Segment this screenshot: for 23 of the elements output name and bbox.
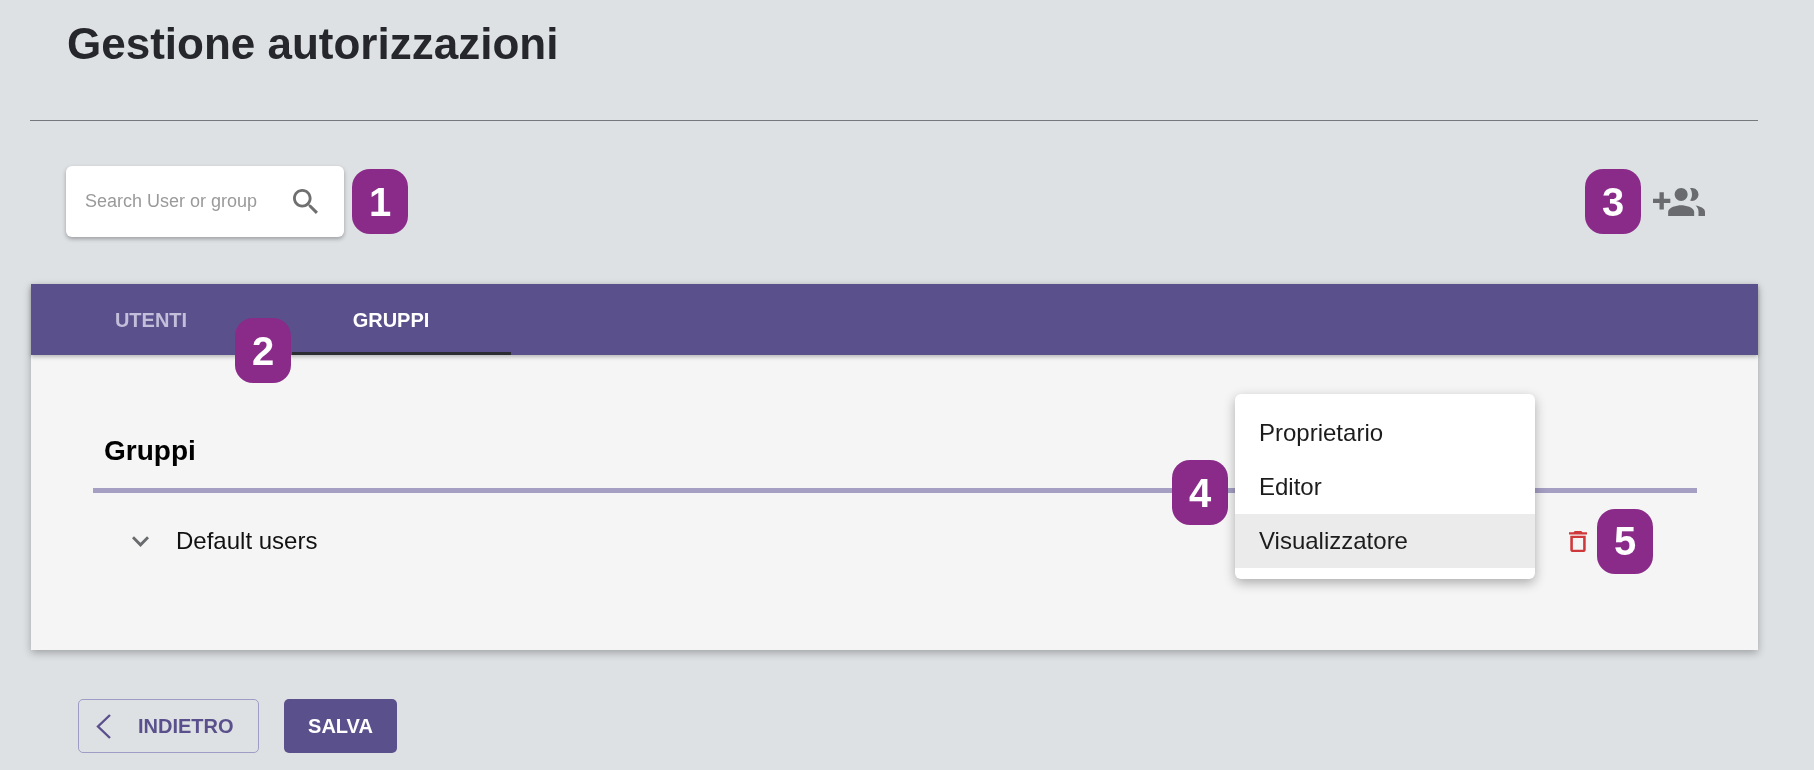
callout-marker: 3 [1585, 169, 1641, 234]
callout-marker: 2 [235, 318, 291, 383]
page-title: Gestione autorizzazioni [67, 18, 559, 70]
search-icon [293, 189, 318, 214]
menu-item[interactable]: Visualizzatore [1235, 514, 1535, 568]
callout-marker: 1 [352, 169, 408, 234]
people-plus-icon [1653, 187, 1705, 216]
menu-item[interactable]: Editor [1235, 460, 1535, 514]
tab[interactable]: GRUPPI [344, 300, 438, 339]
add-group-button[interactable] [1653, 187, 1705, 216]
back-button[interactable]: INDIETRO [78, 699, 259, 753]
search-field[interactable]: Search User or group [66, 166, 344, 237]
chevron-down-icon[interactable] [132, 535, 149, 547]
group-name: Default users [176, 527, 318, 555]
section-title: Gruppi [104, 434, 196, 468]
save-button[interactable]: SALVA [284, 699, 397, 753]
menu-item[interactable]: Proprietario [1235, 406, 1535, 460]
delete-button[interactable] [1569, 530, 1587, 552]
chevron-left-icon [96, 713, 111, 739]
callout-marker: 5 [1597, 508, 1653, 574]
callout-marker: 4 [1172, 460, 1228, 525]
tab[interactable]: UTENTI [106, 300, 196, 339]
trash-icon [1569, 530, 1587, 552]
